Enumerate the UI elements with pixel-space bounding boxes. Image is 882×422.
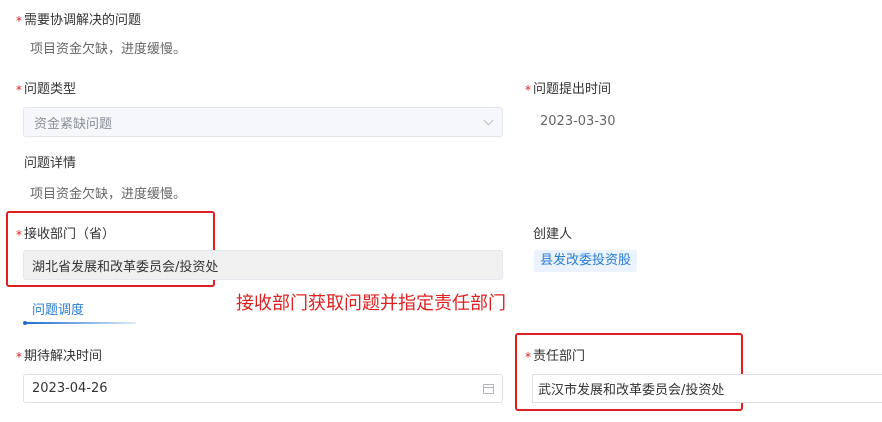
receiving-dept-value: 湖北省发展和改革委员会/投资处 — [32, 259, 219, 275]
expected-time-date-picker[interactable]: 2023-04-26 — [23, 374, 503, 403]
problem-type-selected: 资金紧缺问题 — [34, 116, 113, 132]
responsible-dept-label-text: 责任部门 — [533, 349, 586, 364]
expected-time-label: * 期待解决时间 — [16, 348, 102, 366]
problem-type-select[interactable]: 资金紧缺问题 — [23, 107, 503, 137]
problem-type-label: * 问题类型 — [16, 81, 76, 99]
submit-time-label: * 问题提出时间 — [525, 81, 611, 99]
tab-indicator-dot — [23, 321, 27, 325]
problem-dispatch-form: * 需要协调解决的问题 项目资金欠缺，进度缓慢。 * 问题类型 资金紧缺问题 * 问题… — [0, 0, 882, 422]
calendar-icon[interactable] — [483, 383, 494, 394]
required-mark: * — [525, 350, 531, 364]
tab-problem-dispatch[interactable]: 问题调度 — [32, 299, 84, 318]
problem-to-coordinate-label: * 需要协调解决的问题 — [16, 12, 141, 30]
creator-tag: 县发改委投资股 — [534, 250, 638, 272]
required-mark: * — [16, 83, 22, 97]
problem-detail-label: 问题详情 — [24, 156, 77, 171]
required-mark: * — [16, 228, 22, 242]
responsible-dept-input[interactable]: 武汉市发展和改革委员会/投资处 — [532, 374, 882, 403]
required-mark: * — [525, 83, 531, 97]
responsible-dept-value: 武汉市发展和改革委员会/投资处 — [538, 383, 725, 398]
required-mark: * — [16, 350, 22, 364]
submit-time-value: 2023-03-30 — [540, 114, 616, 129]
problem-detail-value: 项目资金欠缺，进度缓慢。 — [30, 187, 187, 202]
responsible-dept-label: * 责任部门 — [525, 348, 585, 366]
problem-to-coordinate-value: 项目资金欠缺，进度缓慢。 — [30, 42, 187, 57]
tab-active-indicator — [24, 322, 136, 324]
receiving-dept-label: * 接收部门（省） — [16, 226, 115, 244]
expected-time-label-text: 期待解决时间 — [24, 349, 103, 364]
submit-time-label-text: 问题提出时间 — [533, 82, 612, 97]
problem-type-label-text: 问题类型 — [24, 82, 77, 97]
receiving-dept-input[interactable]: 湖北省发展和改革委员会/投资处 — [23, 250, 503, 280]
required-mark: * — [16, 14, 22, 28]
annotation-text: 接收部门获取问题并指定责任部门 — [236, 293, 506, 314]
creator-label: 创建人 — [533, 227, 573, 242]
expected-time-value: 2023-04-26 — [32, 381, 108, 396]
receiving-dept-label-text: 接收部门（省） — [24, 227, 116, 242]
chevron-down-icon — [483, 115, 494, 125]
problem-to-coordinate-label-text: 需要协调解决的问题 — [24, 13, 142, 28]
